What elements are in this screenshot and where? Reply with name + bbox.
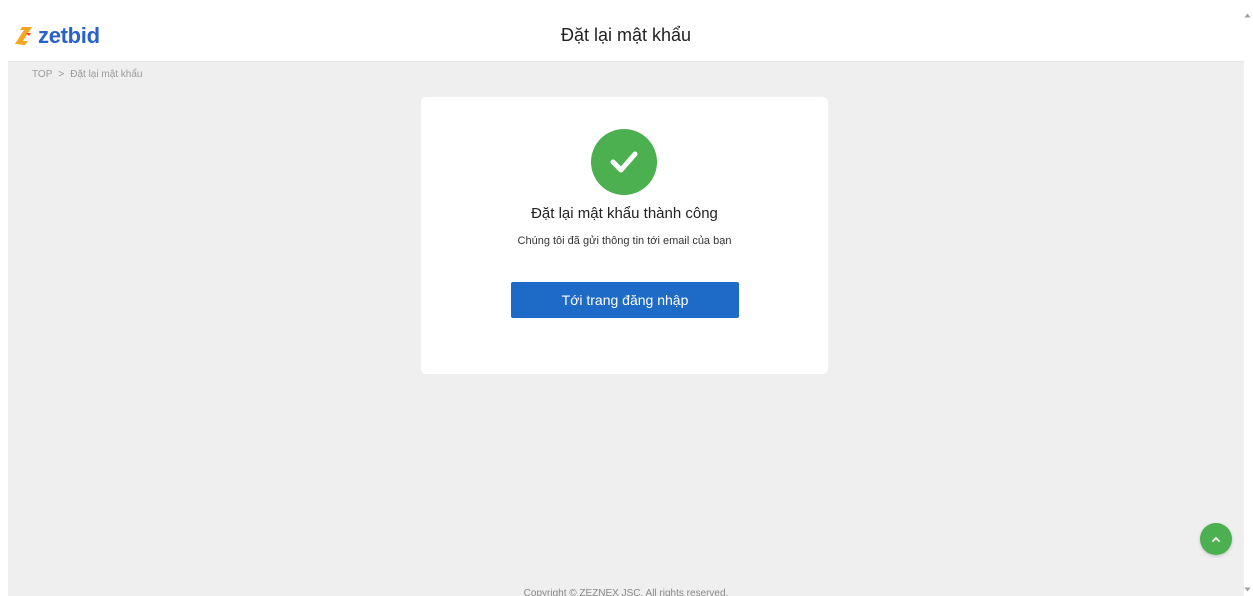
scrollbar-up-arrow-icon[interactable]: [1244, 12, 1251, 19]
page-title: Đặt lại mật khẩu: [560, 25, 692, 45]
breadcrumb-home[interactable]: TOP: [32, 69, 52, 80]
success-card: Đặt lại mật khẩu thành công Chúng tôi đã…: [421, 97, 828, 374]
footer-copyright: Copyright © ZEZNEX JSC. All rights reser…: [523, 588, 729, 596]
back-to-top-button[interactable]: [1200, 523, 1232, 555]
page-frame: zetbid Đặt lại mật khẩu TOP > Đặt lại mậ…: [8, 10, 1244, 596]
breadcrumb: TOP > Đặt lại mật khẩu: [32, 69, 143, 80]
check-icon: [591, 129, 657, 195]
breadcrumb-current: Đặt lại mật khẩu: [70, 69, 143, 80]
header: zetbid Đặt lại mật khẩu: [8, 10, 1244, 62]
success-title: Đặt lại mật khẩu thành công: [531, 205, 718, 222]
scrollbar-down-arrow-icon[interactable]: [1244, 586, 1251, 593]
go-to-login-button[interactable]: Tới trang đăng nhập: [511, 282, 739, 318]
breadcrumb-separator: >: [58, 69, 65, 80]
success-subtitle: Chúng tôi đã gửi thông tin tới email của…: [517, 235, 732, 247]
chevron-up-icon: [1212, 536, 1220, 542]
